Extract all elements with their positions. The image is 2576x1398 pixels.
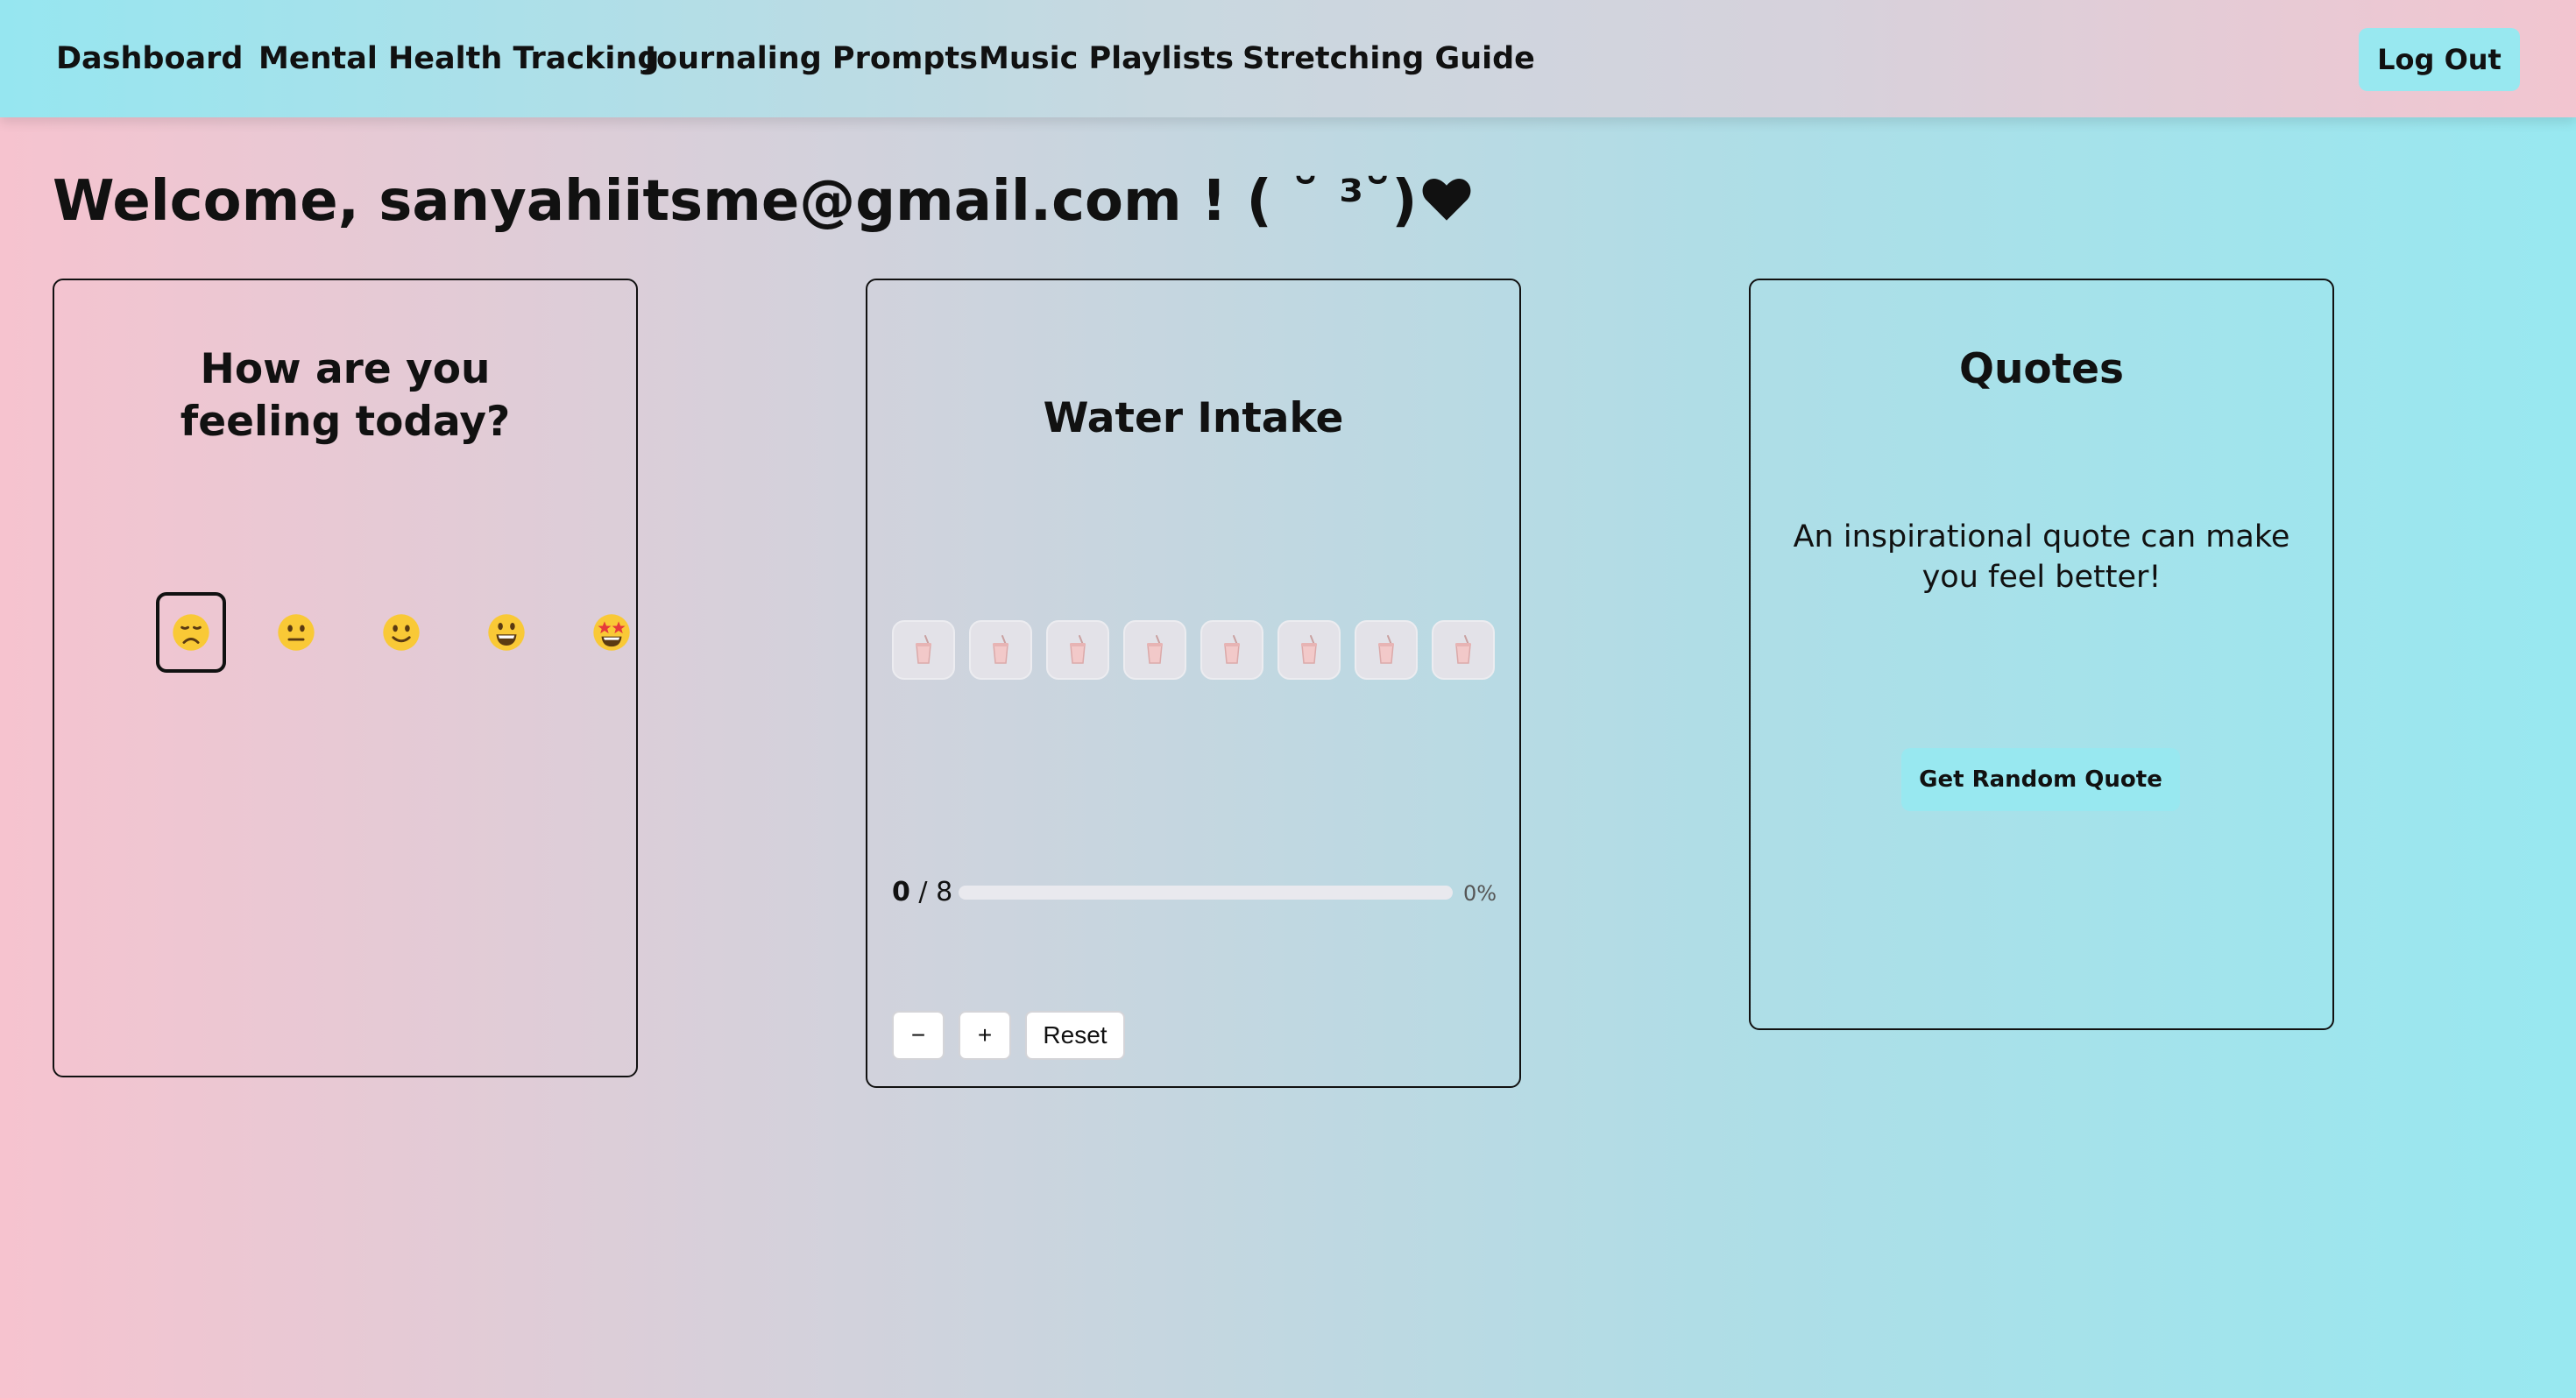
- mood-slightly-smiling-button[interactable]: [366, 592, 436, 673]
- mood-grinning-button[interactable]: [471, 592, 541, 673]
- quotes-card: Quotes An inspirational quote can make y…: [1749, 279, 2334, 1030]
- nav-link-dashboard[interactable]: Dashboard: [56, 39, 243, 78]
- mood-card: How are you feeling today?: [53, 279, 638, 1077]
- cup-with-straw-icon: [1224, 635, 1240, 664]
- water-cup-button[interactable]: [892, 620, 955, 680]
- cup-with-straw-icon: [916, 635, 931, 664]
- water-cup-button[interactable]: [1200, 620, 1263, 680]
- mood-card-title: How are you feeling today?: [180, 345, 511, 446]
- cup-with-straw-icon: [1301, 635, 1317, 664]
- water-cup-button[interactable]: [1355, 620, 1418, 680]
- water-increment-button[interactable]: +: [959, 1011, 1011, 1060]
- nav-link-mental-health-tracking[interactable]: Mental Health Tracking: [258, 39, 659, 78]
- water-cup-button[interactable]: [1277, 620, 1341, 680]
- quote-text: An inspirational quote can make you feel…: [1793, 519, 2290, 595]
- neutral-face-icon: [278, 614, 315, 651]
- nav-link-music-playlists[interactable]: Music Playlists: [979, 39, 1234, 78]
- water-intake-title: Water Intake: [1043, 394, 1344, 442]
- water-cup-button[interactable]: [1046, 620, 1109, 680]
- mood-star-struck-button[interactable]: [577, 592, 647, 673]
- nav-link-stretching-guide[interactable]: Stretching Guide: [1242, 39, 1535, 78]
- logout-button[interactable]: Log Out: [2359, 28, 2520, 91]
- water-progress-percent: 0%: [1463, 881, 1497, 906]
- water-reset-button[interactable]: Reset: [1025, 1011, 1125, 1060]
- cup-with-straw-icon: [1070, 635, 1086, 664]
- quotes-title: Quotes: [1958, 345, 2125, 393]
- water-cup-button[interactable]: [969, 620, 1032, 680]
- welcome-text: Welcome, sanyahiitsme@gmail.com ! ( ˘ ³˘…: [53, 169, 1418, 234]
- heart-icon: [1422, 179, 1470, 221]
- water-intake-card: Water Intake 0 / 8 0% − + Reset: [866, 279, 1521, 1088]
- disappointed-face-icon: [173, 614, 209, 651]
- cup-with-straw-icon: [1378, 635, 1394, 664]
- get-random-quote-button[interactable]: Get Random Quote: [1901, 748, 2180, 811]
- star-struck-face-icon: [593, 614, 630, 651]
- water-cup-button[interactable]: [1432, 620, 1495, 680]
- slightly-smiling-face-icon: [383, 614, 420, 651]
- top-nav-bar: Dashboard Mental Health Tracking Journal…: [0, 0, 2576, 117]
- water-count-value: 0: [892, 877, 910, 907]
- water-count: 0 / 8: [892, 875, 952, 910]
- welcome-heading: Welcome, sanyahiitsme@gmail.com ! ( ˘ ³˘…: [53, 166, 1472, 237]
- water-cups-row: [892, 620, 1505, 681]
- water-cup-button[interactable]: [1123, 620, 1186, 680]
- mood-disappointed-button[interactable]: [156, 592, 226, 673]
- cup-with-straw-icon: [1455, 635, 1471, 664]
- nav-link-journaling-prompts[interactable]: Journaling Prompts: [645, 39, 978, 78]
- cup-with-straw-icon: [993, 635, 1008, 664]
- cup-with-straw-icon: [1147, 635, 1163, 664]
- grinning-face-icon: [488, 614, 525, 651]
- water-count-total: / 8: [918, 877, 953, 907]
- mood-selector: [105, 592, 630, 676]
- water-progress-bar: [959, 886, 1453, 900]
- water-decrement-button[interactable]: −: [892, 1011, 945, 1060]
- mood-neutral-button[interactable]: [261, 592, 331, 673]
